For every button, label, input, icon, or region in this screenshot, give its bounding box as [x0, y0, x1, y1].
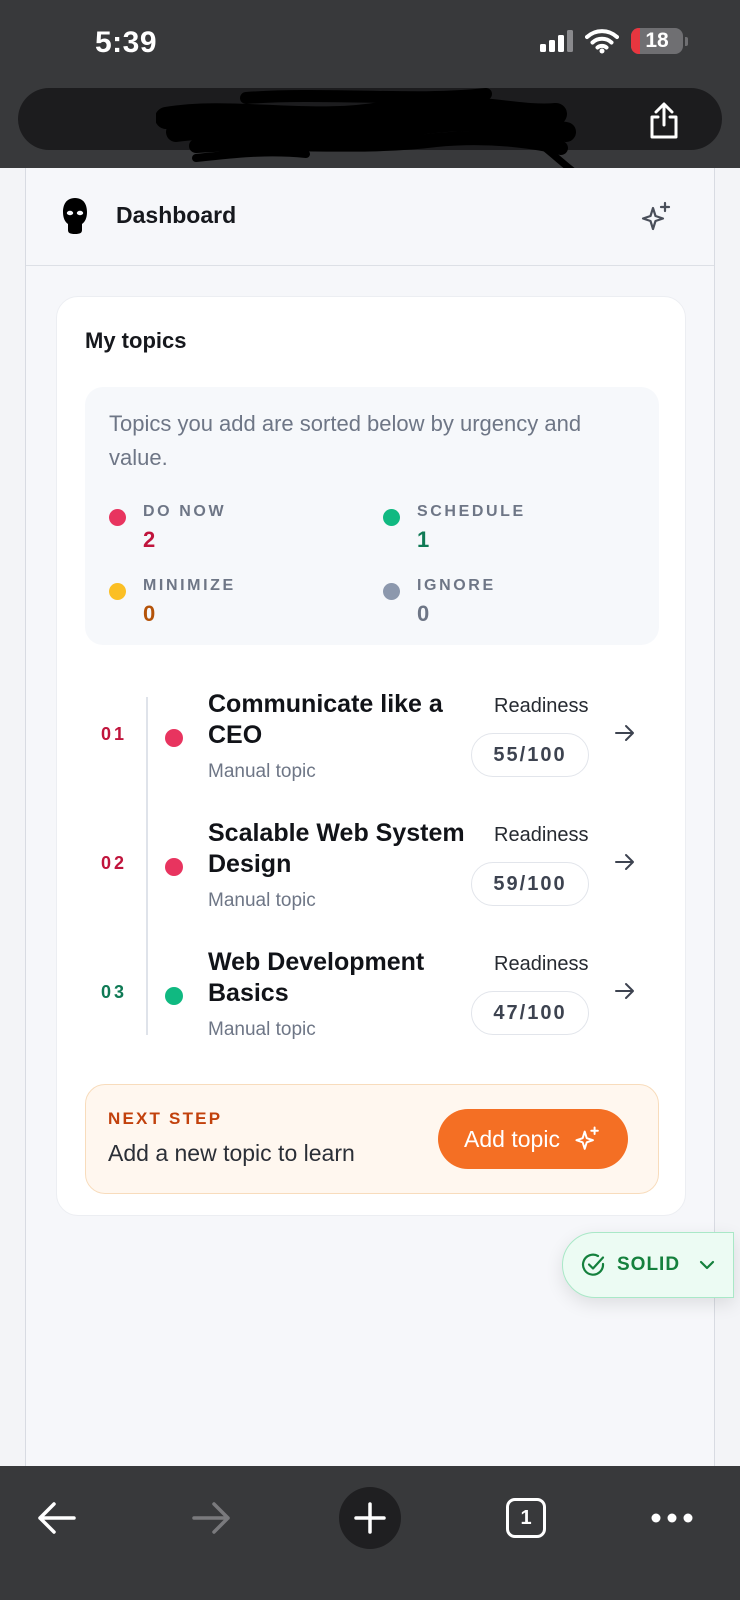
forward-arrow-icon: [192, 1502, 230, 1534]
next-step-label: NEXT STEP: [108, 1109, 223, 1128]
schedule-dot: [383, 509, 400, 526]
forward-button[interactable]: [184, 1490, 240, 1546]
chevron-down-icon: [699, 1260, 715, 1270]
topic-row[interactable]: 03 Web Development Basics Manual topic R…: [57, 947, 687, 1057]
topic-title[interactable]: Scalable Web System Design: [208, 818, 468, 880]
check-circle-icon: [581, 1253, 605, 1276]
topic-priority-dot: [165, 987, 183, 1005]
my-topics-card: My topics Topics you add are sorted belo…: [56, 296, 686, 1216]
readiness-score: 59/100: [471, 862, 589, 906]
sparkle-icon: [575, 1126, 599, 1150]
topic-priority-dot: [165, 858, 183, 876]
topic-row[interactable]: 01 Communicate like a CEO Manual topic R…: [57, 689, 687, 799]
readiness-label: Readiness: [494, 953, 589, 975]
sparkle-icon[interactable]: [640, 200, 674, 234]
topic-number: 02: [101, 853, 128, 873]
quadrant-count: 0: [417, 601, 430, 626]
minimize-dot: [109, 583, 126, 600]
topic-priority-dot: [165, 729, 183, 747]
browser-url-area: [0, 84, 740, 176]
topic-row[interactable]: 02 Scalable Web System Design Manual top…: [57, 818, 687, 928]
topic-title[interactable]: Communicate like a CEO: [208, 689, 468, 751]
quadrant-count: 2: [143, 527, 156, 552]
solid-status-dropdown[interactable]: SOLID: [562, 1232, 734, 1298]
quadrant-count: 0: [143, 601, 156, 626]
next-step-banner: NEXT STEP Add a new topic to learn Add t…: [85, 1084, 659, 1194]
tab-count: 1: [520, 1506, 532, 1529]
redaction-scribble: [156, 88, 578, 176]
avatar-icon[interactable]: [60, 196, 90, 236]
arrow-right-icon[interactable]: [613, 979, 637, 1003]
card-title: My topics: [85, 328, 187, 353]
more-button[interactable]: [644, 1490, 700, 1546]
topic-subtitle: Manual topic: [208, 1019, 316, 1040]
status-bar: 5:39 18: [0, 0, 740, 84]
topic-title[interactable]: Web Development Basics: [208, 947, 468, 1009]
share-icon[interactable]: [646, 102, 682, 140]
battery-icon: 18: [631, 28, 688, 54]
quadrant-label: DO NOW: [143, 503, 227, 520]
quadrant-label: MINIMIZE: [143, 577, 236, 594]
quadrant-count: 1: [417, 527, 430, 552]
summary-description: Topics you add are sorted below by urgen…: [109, 411, 582, 470]
back-arrow-icon: [38, 1502, 76, 1534]
tabs-icon: 1: [506, 1498, 546, 1538]
arrow-right-icon[interactable]: [613, 850, 637, 874]
topic-subtitle: Manual topic: [208, 890, 316, 911]
page-title: Dashboard: [116, 202, 237, 228]
add-topic-button[interactable]: Add topic: [438, 1109, 628, 1169]
ignore-dot: [383, 583, 400, 600]
status-icons: 18: [540, 28, 688, 54]
app-header: Dashboard: [26, 168, 714, 266]
status-time: 5:39: [95, 26, 158, 59]
back-button[interactable]: [28, 1490, 84, 1546]
quadrant-label: SCHEDULE: [417, 503, 526, 520]
topic-subtitle: Manual topic: [208, 761, 316, 782]
readiness-score: 55/100: [471, 733, 589, 777]
topic-number: 01: [101, 724, 128, 744]
new-tab-button[interactable]: [339, 1487, 401, 1549]
next-step-text: Add a new topic to learn: [108, 1140, 355, 1166]
signal-icon: [540, 30, 573, 52]
more-icon: [651, 1513, 693, 1523]
tabs-button[interactable]: 1: [498, 1490, 554, 1546]
readiness-score: 47/100: [471, 991, 589, 1035]
add-topic-label: Add topic: [464, 1125, 560, 1152]
browser-toolbar: 1: [0, 1466, 740, 1600]
quadrant-label: IGNORE: [417, 577, 496, 594]
wifi-icon: [585, 29, 619, 54]
battery-percent: 18: [645, 29, 669, 52]
priority-summary: Topics you add are sorted below by urgen…: [85, 387, 659, 645]
address-bar[interactable]: [18, 88, 722, 176]
plus-icon: [354, 1502, 386, 1534]
solid-label: SOLID: [617, 1254, 681, 1275]
do-now-dot: [109, 509, 126, 526]
arrow-right-icon[interactable]: [613, 721, 637, 745]
topic-number: 03: [101, 982, 128, 1002]
readiness-label: Readiness: [494, 695, 589, 717]
readiness-label: Readiness: [494, 824, 589, 846]
